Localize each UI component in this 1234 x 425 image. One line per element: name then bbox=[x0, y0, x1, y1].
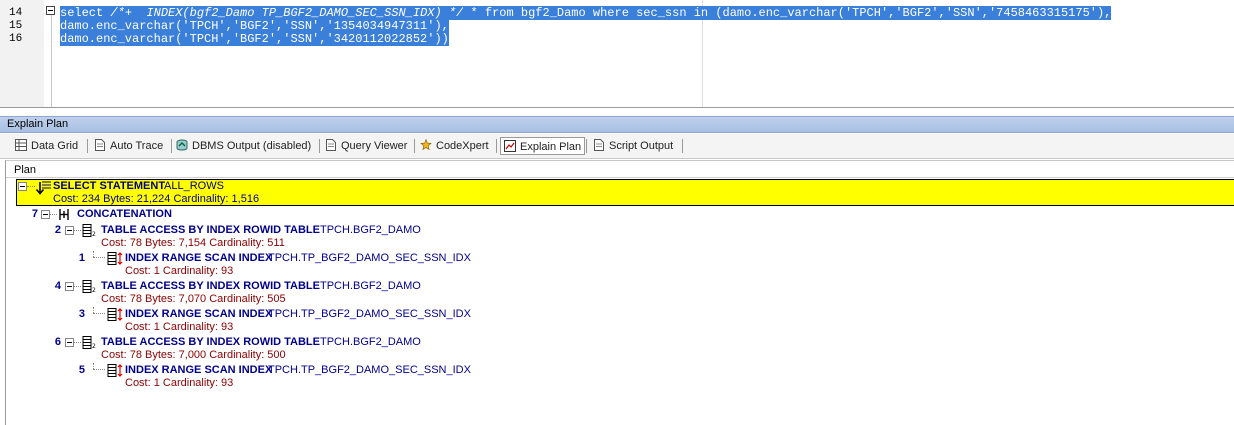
tab-script-output[interactable]: Script Output bbox=[593, 137, 673, 155]
plan-cost: Cost: 1 Cardinality: 93 bbox=[125, 377, 234, 389]
code-hint-comment: /*+ INDEX(bgf2_Damo TP_BGF2_DAMO_SEC_SSN… bbox=[110, 6, 464, 20]
tab-data-grid[interactable]: Data Grid bbox=[15, 137, 78, 155]
document-icon bbox=[326, 139, 336, 151]
svg-text:2: 2 bbox=[92, 287, 96, 293]
line-number: 15 bbox=[9, 20, 23, 32]
sql-editor[interactable]: 14 15 16 select /*+ INDEX(bgf2_Damo TP_B… bbox=[0, 0, 1234, 108]
plan-step-number: 3 bbox=[78, 308, 85, 320]
line-number: 14 bbox=[9, 7, 23, 19]
select-statement-icon bbox=[35, 181, 51, 195]
tab-separator bbox=[87, 139, 88, 153]
tab-separator bbox=[682, 139, 683, 153]
tab-label: Auto Trace bbox=[110, 140, 164, 152]
tab-separator bbox=[319, 139, 320, 153]
plan-object: TPCH.TP_BGF2_DAMO_SEC_SSN_IDX bbox=[268, 308, 471, 320]
tab-separator bbox=[586, 139, 587, 153]
line-number: 16 bbox=[9, 33, 23, 45]
document-icon bbox=[594, 139, 604, 151]
codexpert-icon bbox=[420, 139, 432, 151]
plan-object: TPCH.BGF2_DAMO bbox=[320, 336, 421, 348]
plan-step-number: 4 bbox=[54, 280, 61, 292]
plan-operation: SELECT STATEMENT bbox=[53, 180, 166, 192]
tab-separator bbox=[171, 139, 172, 153]
tree-connector bbox=[93, 313, 105, 315]
dbms-output-icon bbox=[176, 139, 188, 151]
code-text: damo.enc_varchar('TPCH','BGF2','SSN','34… bbox=[60, 32, 449, 46]
code-text: select bbox=[60, 6, 111, 20]
plan-column-header: Plan bbox=[14, 164, 37, 176]
tab-separator bbox=[414, 139, 415, 153]
line-number-gutter: 14 15 16 bbox=[0, 0, 44, 107]
plan-operation: CONCATENATION bbox=[77, 208, 172, 220]
plan-cost: Cost: 78 Bytes: 7,070 Cardinality: 505 bbox=[101, 293, 286, 305]
tab-label: Script Output bbox=[609, 140, 674, 152]
tree-connector bbox=[74, 286, 81, 288]
svg-text:2: 2 bbox=[92, 231, 96, 237]
tab-label: Data Grid bbox=[31, 140, 79, 152]
tab-explain-plan[interactable]: Explain Plan bbox=[500, 137, 586, 155]
plan-cost: Cost: 1 Cardinality: 93 bbox=[125, 265, 234, 277]
tab-label: CodeXpert bbox=[436, 140, 489, 152]
plan-cost: Cost: 78 Bytes: 7,154 Cardinality: 511 bbox=[101, 237, 285, 249]
plan-object: ALL_ROWS bbox=[164, 180, 224, 192]
plan-object: TPCH.TP_BGF2_DAMO_SEC_SSN_IDX bbox=[268, 364, 471, 376]
tab-dbms-output[interactable]: DBMS Output (disabled) bbox=[176, 137, 311, 155]
plan-object: TPCH.BGF2_DAMO bbox=[320, 224, 421, 236]
tree-connector bbox=[74, 342, 81, 344]
plan-object: TPCH.BGF2_DAMO bbox=[320, 280, 421, 292]
code-text: damo.enc_varchar('TPCH','BGF2','SSN','13… bbox=[60, 19, 449, 33]
plan-step-number: 2 bbox=[54, 224, 61, 236]
document-icon bbox=[95, 139, 105, 151]
collapse-node-icon[interactable] bbox=[65, 282, 74, 291]
code-line[interactable]: damo.enc_varchar('TPCH','BGF2','SSN','34… bbox=[60, 32, 449, 46]
code-text: * from bgf2_Damo where sec_ssn in (damo.… bbox=[463, 6, 1112, 20]
index-scan-icon bbox=[107, 252, 123, 265]
collapse-node-icon[interactable] bbox=[65, 338, 74, 347]
concatenation-icon bbox=[59, 209, 69, 220]
plan-operation: TABLE ACCESS BY INDEX ROWID TABLE bbox=[101, 336, 320, 348]
tab-query-viewer[interactable]: Query Viewer bbox=[325, 137, 407, 155]
plan-step-number: 5 bbox=[78, 364, 85, 376]
fold-guide bbox=[51, 13, 52, 107]
plan-object: TPCH.TP_BGF2_DAMO_SEC_SSN_IDX bbox=[268, 252, 471, 264]
plan-operation: INDEX RANGE SCAN INDEX bbox=[125, 308, 273, 320]
index-scan-icon bbox=[107, 308, 123, 321]
table-access-icon: 2 bbox=[82, 224, 96, 237]
grid-icon bbox=[15, 139, 27, 151]
panel-title: Explain Plan bbox=[0, 116, 1234, 133]
plan-step-number: 7 bbox=[31, 208, 38, 220]
result-tab-bar: Data Grid Auto Trace DBMS Output (disabl… bbox=[0, 134, 1234, 159]
svg-text:2: 2 bbox=[92, 343, 96, 349]
tab-label: DBMS Output (disabled) bbox=[192, 140, 312, 152]
tab-label: Explain Plan bbox=[520, 141, 582, 153]
fold-column bbox=[44, 0, 60, 107]
plan-step-number: 6 bbox=[54, 336, 61, 348]
collapse-node-icon[interactable] bbox=[18, 182, 27, 191]
index-scan-icon bbox=[107, 364, 123, 377]
table-access-icon: 2 bbox=[82, 280, 96, 293]
plan-cost: Cost: 234 Bytes: 21,224 Cardinality: 1,5… bbox=[53, 193, 260, 205]
table-access-icon: 2 bbox=[82, 336, 96, 349]
tab-auto-trace[interactable]: Auto Trace bbox=[94, 137, 163, 155]
collapse-node-icon[interactable] bbox=[41, 210, 50, 219]
explain-plan-tree[interactable]: Plan SELECT STATEMENT ALL_ROWS Cost: 234… bbox=[5, 160, 1234, 425]
plan-operation: TABLE ACCESS BY INDEX ROWID TABLE bbox=[101, 224, 320, 236]
plan-cost: Cost: 1 Cardinality: 93 bbox=[125, 321, 234, 333]
tab-codexpert[interactable]: CodeXpert bbox=[420, 137, 489, 155]
plan-operation: TABLE ACCESS BY INDEX ROWID TABLE bbox=[101, 280, 320, 292]
plan-cost: Cost: 78 Bytes: 7,000 Cardinality: 500 bbox=[101, 349, 286, 361]
tree-connector bbox=[93, 369, 105, 371]
plan-operation: INDEX RANGE SCAN INDEX bbox=[125, 364, 273, 376]
plan-step-number: 1 bbox=[78, 252, 85, 264]
header-divider bbox=[6, 177, 1234, 178]
tab-label: Query Viewer bbox=[341, 140, 408, 152]
collapse-fold-icon[interactable] bbox=[46, 6, 55, 15]
tree-connector bbox=[93, 257, 105, 259]
tree-connector bbox=[74, 230, 81, 232]
tree-connector bbox=[50, 214, 57, 216]
explain-plan-icon bbox=[504, 140, 516, 152]
collapse-node-icon[interactable] bbox=[65, 226, 74, 235]
tab-separator bbox=[496, 139, 497, 153]
plan-operation: INDEX RANGE SCAN INDEX bbox=[125, 252, 273, 264]
